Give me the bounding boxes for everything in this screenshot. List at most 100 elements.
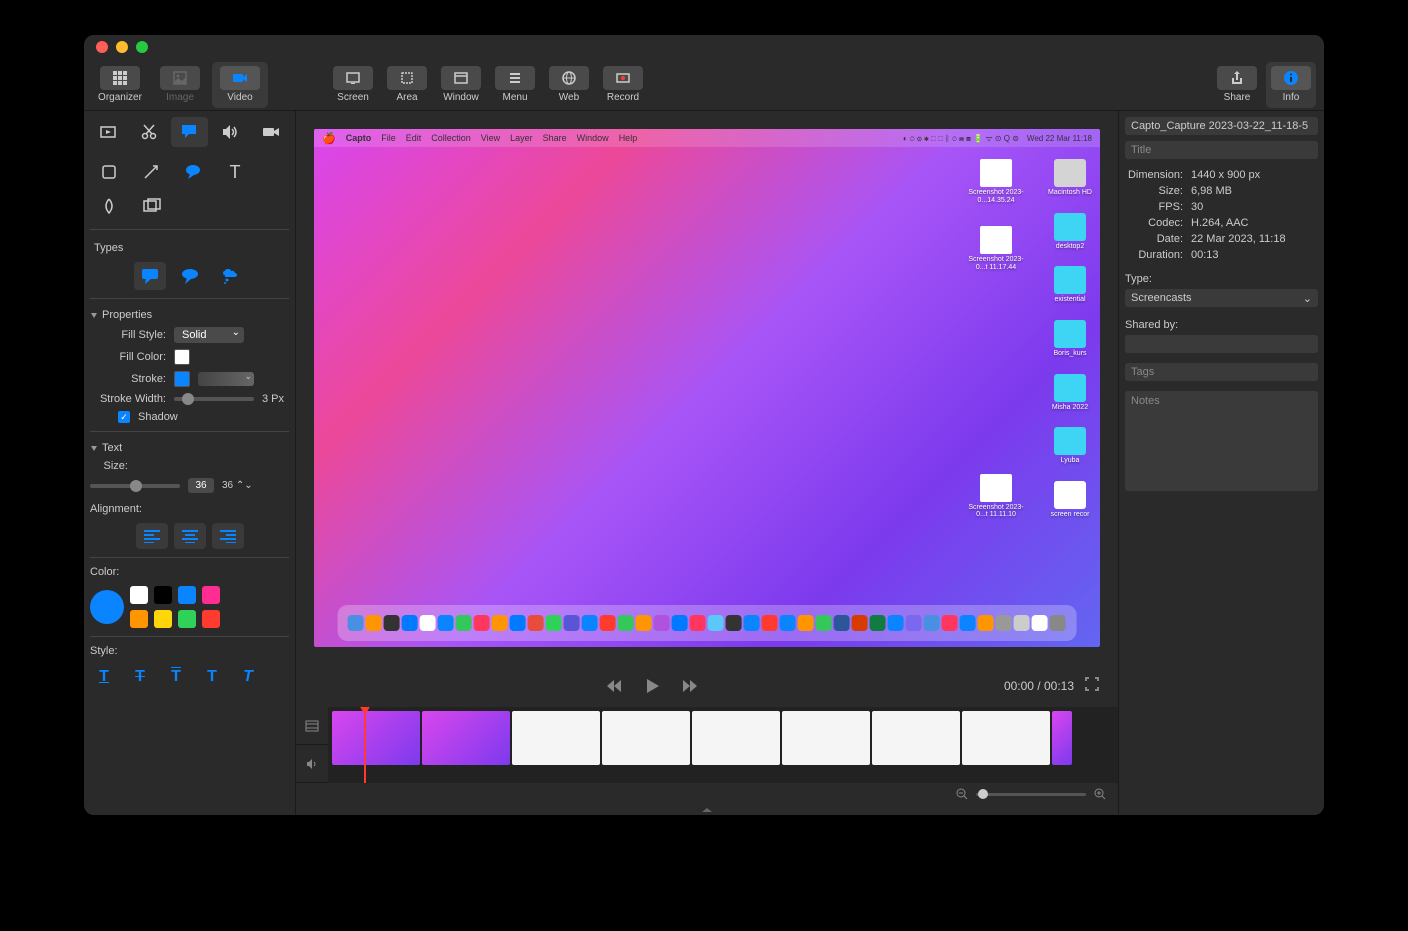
fill-color-swatch[interactable]	[174, 349, 190, 365]
capture-screen-button[interactable]: Screen	[328, 62, 378, 108]
image-insert-tool[interactable]	[132, 191, 170, 221]
date-value: 22 Mar 2023, 11:18	[1191, 233, 1286, 245]
share-button[interactable]: Share	[1212, 62, 1262, 108]
webcam-tool[interactable]	[252, 117, 289, 147]
zoom-slider[interactable]	[976, 793, 1086, 796]
color-red[interactable]	[202, 610, 220, 628]
menubar-help: Help	[619, 133, 638, 143]
record-button[interactable]: Record	[598, 62, 648, 108]
organizer-label: Organizer	[98, 92, 142, 103]
codec-value: H.264, AAC	[1191, 217, 1248, 229]
app-window: Organizer Image Video Screen Area	[84, 35, 1324, 815]
shared-by-label: Shared by:	[1125, 319, 1318, 331]
color-white[interactable]	[130, 586, 148, 604]
align-right-button[interactable]	[212, 523, 244, 549]
style-strikethrough[interactable]: T	[126, 665, 154, 689]
color-pink[interactable]	[202, 586, 220, 604]
stroke-label: Stroke:	[90, 373, 166, 385]
window-controls	[96, 41, 148, 53]
playhead[interactable]	[364, 707, 366, 783]
callout-type-rect[interactable]	[134, 262, 166, 290]
filename-field[interactable]: Capto_Capture 2023-03-22_11-18-5	[1125, 117, 1318, 135]
color-main[interactable]	[90, 590, 124, 624]
desktop-icon: Screenshot 2023-0...t 11.17.44	[968, 226, 1024, 271]
text-size-slider[interactable]	[90, 484, 180, 488]
shadow-checkbox[interactable]	[118, 411, 130, 423]
style-underline[interactable]: T	[90, 665, 118, 689]
area-label: Area	[396, 92, 417, 103]
video-tab[interactable]: Video	[212, 62, 268, 108]
color-yellow[interactable]	[154, 610, 172, 628]
align-center-button[interactable]	[174, 523, 206, 549]
callout-type-oval[interactable]	[174, 262, 206, 290]
fullscreen-button[interactable]	[1084, 676, 1104, 696]
text-disclosure[interactable]: Text	[90, 442, 289, 454]
info-button[interactable]: Info	[1266, 62, 1316, 108]
cut-tool[interactable]	[131, 117, 168, 147]
blur-tool[interactable]	[90, 191, 128, 221]
type-dropdown[interactable]: Screencasts	[1125, 289, 1318, 307]
stroke-width-label: Stroke Width:	[90, 393, 166, 405]
style-section-label: Style:	[90, 645, 289, 657]
zoom-in-icon[interactable]	[1094, 788, 1106, 800]
callout-tool[interactable]	[174, 157, 212, 187]
size-label: Size:	[90, 460, 128, 472]
title-input[interactable]: Title	[1125, 141, 1318, 159]
notes-textarea[interactable]: Notes	[1125, 391, 1318, 491]
stroke-color-swatch[interactable]	[174, 371, 190, 387]
fill-style-dropdown[interactable]: Solid	[174, 327, 244, 343]
text-size-value[interactable]: 36	[188, 478, 214, 493]
minimize-window-button[interactable]	[116, 41, 128, 53]
stroke-width-slider[interactable]	[174, 397, 254, 401]
style-italic[interactable]: T	[234, 665, 262, 689]
trim-tool[interactable]	[90, 117, 127, 147]
color-black[interactable]	[154, 586, 172, 604]
stroke-style-dropdown[interactable]	[198, 372, 254, 386]
dimension-value: 1440 x 900 px	[1191, 169, 1260, 181]
timeline-track[interactable]	[328, 707, 1118, 783]
style-plain[interactable]: T	[198, 665, 226, 689]
menubar-app-name: Capto	[346, 133, 372, 143]
annotation-tool[interactable]	[171, 117, 208, 147]
forward-button[interactable]	[678, 674, 702, 698]
audio-track-button[interactable]	[296, 745, 328, 783]
maximize-window-button[interactable]	[136, 41, 148, 53]
screen-label: Screen	[337, 92, 369, 103]
callout-type-cloud[interactable]	[214, 262, 246, 290]
color-blue[interactable]	[178, 586, 196, 604]
capture-window-button[interactable]: Window	[436, 62, 486, 108]
preview-area: 🍎 Capto File Edit Collection View Layer …	[296, 111, 1118, 665]
video-canvas[interactable]: 🍎 Capto File Edit Collection View Layer …	[314, 129, 1100, 647]
record-label: Record	[607, 92, 639, 103]
rewind-button[interactable]	[602, 674, 626, 698]
desktop-icons-left: Screenshot 2023-0...14.35.24 Screenshot …	[968, 159, 1024, 519]
menubar-share: Share	[543, 133, 567, 143]
arrow-tool[interactable]	[132, 157, 170, 187]
timeline	[296, 707, 1118, 783]
play-button[interactable]	[640, 674, 664, 698]
menubar-collection: Collection	[431, 133, 471, 143]
color-green[interactable]	[178, 610, 196, 628]
zoom-out-icon[interactable]	[956, 788, 968, 800]
timeline-thumb	[872, 711, 960, 765]
fill-color-label: Fill Color:	[90, 351, 166, 363]
audio-tool[interactable]	[212, 117, 249, 147]
organizer-tab[interactable]: Organizer	[92, 62, 148, 108]
align-left-button[interactable]	[136, 523, 168, 549]
panel-resize-grip[interactable]	[296, 805, 1118, 815]
text-tool[interactable]: T	[216, 157, 254, 187]
color-orange[interactable]	[130, 610, 148, 628]
video-track-button[interactable]	[296, 707, 328, 745]
shape-rect-tool[interactable]	[90, 157, 128, 187]
close-window-button[interactable]	[96, 41, 108, 53]
image-tab[interactable]: Image	[152, 62, 208, 108]
menubar-layer: Layer	[510, 133, 533, 143]
tags-input[interactable]: Tags	[1125, 363, 1318, 381]
capture-menu-button[interactable]: Menu	[490, 62, 540, 108]
capture-area-button[interactable]: Area	[382, 62, 432, 108]
properties-label: Properties	[102, 309, 152, 321]
properties-disclosure[interactable]: Properties	[90, 309, 289, 321]
capture-web-button[interactable]: Web	[544, 62, 594, 108]
style-overline[interactable]: T	[162, 665, 190, 689]
shadow-label: Shadow	[138, 411, 178, 423]
